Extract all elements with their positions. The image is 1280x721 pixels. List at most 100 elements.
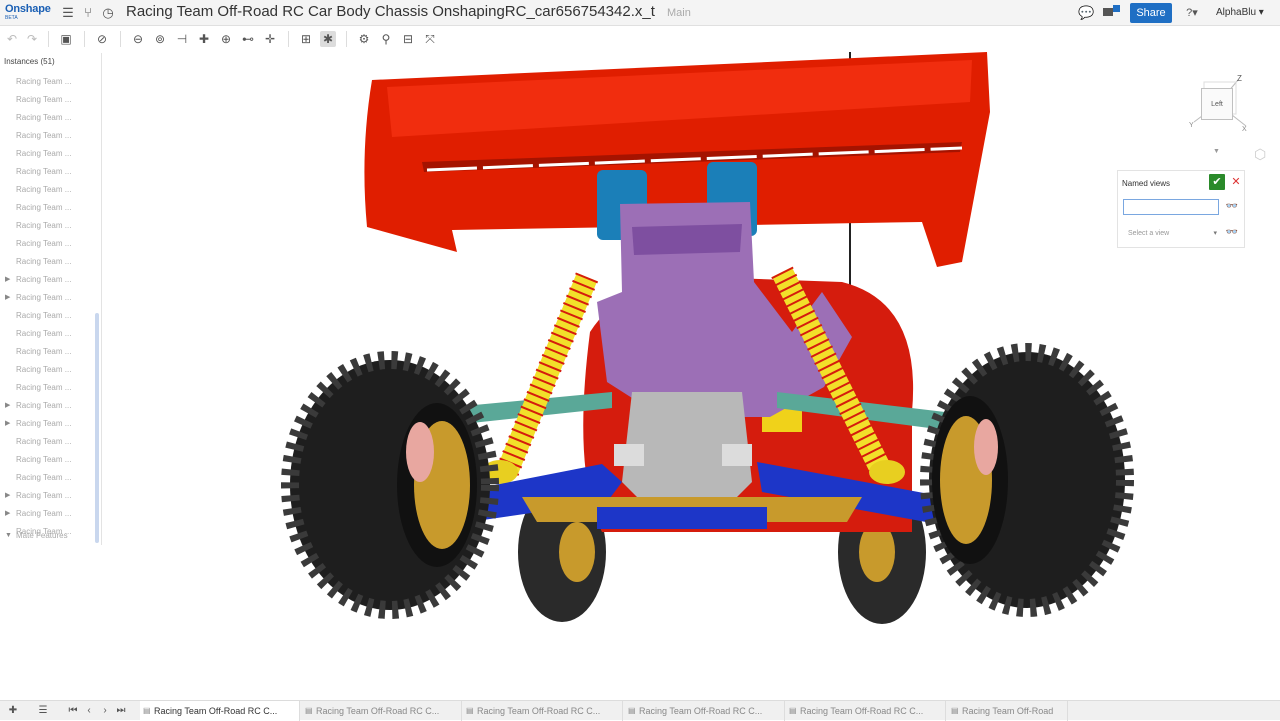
chevron-right-icon[interactable]: ▶ [5, 505, 10, 523]
instance-item[interactable]: ▶ Racing Team ... [0, 289, 100, 307]
instance-item[interactable]: ▶ Racing Team ... [0, 397, 100, 415]
instance-item[interactable]: Racing Team ... [0, 235, 100, 253]
instance-label: Racing Team ... [16, 401, 72, 410]
tab-list-icon[interactable]: ☰ [36, 703, 50, 719]
pin-slot-mate-icon[interactable]: ⊷ [240, 31, 256, 47]
assembly-tab-icon: ▤ [305, 706, 313, 715]
help-menu-icon[interactable]: ?▾ [1180, 5, 1204, 21]
instance-item[interactable]: Racing Team ... [0, 73, 100, 91]
last-tab-icon[interactable]: ⏭ [114, 703, 128, 719]
document-tab[interactable]: ▤ Racing Team Off-Road [948, 701, 1068, 721]
instance-item[interactable]: Racing Team ... [0, 127, 100, 145]
instance-item[interactable]: Racing Team ... [0, 145, 100, 163]
chevron-right-icon[interactable]: ▶ [5, 487, 10, 505]
view-settings-eye-icon[interactable]: 👓 [1223, 225, 1241, 241]
instance-item[interactable]: ▶ Racing Team ... [0, 487, 100, 505]
chevron-right-icon[interactable]: ▶ [5, 415, 10, 433]
document-tab[interactable]: ▤ Racing Team Off-Road RC C... [625, 701, 785, 721]
assembly-tab-icon: ▤ [628, 706, 636, 715]
select-view-dropdown[interactable]: Select a view ▾ [1123, 227, 1219, 241]
instance-label: Racing Team ... [16, 239, 72, 248]
chevron-right-icon[interactable]: ▶ [5, 271, 10, 289]
document-title[interactable]: Racing Team Off-Road RC Car Body Chassis… [126, 3, 655, 20]
confirm-check-icon[interactable]: ✔ [1209, 174, 1225, 190]
view-cube[interactable]: Left Z Y X ▼ ⬡ [1180, 66, 1266, 162]
next-tab-icon[interactable]: › [98, 703, 112, 719]
toolbar-divider [120, 31, 121, 47]
chevron-down-icon[interactable]: ▼ [5, 527, 12, 545]
instance-item[interactable]: ▶ Racing Team ... [0, 505, 100, 523]
graphics-viewport[interactable] [102, 52, 1280, 700]
rc-car-model[interactable] [102, 52, 1280, 700]
group-icon[interactable]: ⊞ [298, 31, 314, 47]
instance-item[interactable]: Racing Team ... [0, 361, 100, 379]
instance-item[interactable]: Racing Team ... [0, 343, 100, 361]
hamburger-menu-icon[interactable]: ☰ [60, 5, 76, 21]
cylindrical-mate-icon[interactable]: ⊕ [218, 31, 234, 47]
clipboard-icon[interactable]: ▣ [58, 31, 74, 47]
gear-relation-icon[interactable]: ⚙ [356, 31, 372, 47]
fastened-mate-icon[interactable]: ⊖ [130, 31, 146, 47]
instance-item[interactable]: Racing Team ... [0, 469, 100, 487]
instance-item[interactable]: Racing Team ... [0, 163, 100, 181]
close-icon[interactable]: ✕ [1230, 174, 1242, 190]
document-tab[interactable]: ▤ Racing Team Off-Road RC C... [302, 701, 462, 721]
tangent-mate-icon[interactable]: ✱ [320, 31, 336, 47]
add-tab-icon[interactable]: ✚ [6, 703, 20, 719]
instances-header[interactable]: Instances (51) [4, 57, 55, 66]
chevron-down-icon[interactable]: ▼ [1213, 148, 1220, 155]
instance-item[interactable]: Racing Team ... [0, 217, 100, 235]
rack-pinion-icon[interactable]: ⚲ [378, 31, 394, 47]
logo-beta: BETA [5, 15, 18, 21]
document-tab[interactable]: ▤ Racing Team Off-Road RC C... [463, 701, 623, 721]
tab-label: Racing Team Off-Road [962, 706, 1054, 716]
notifications-icon[interactable] [1100, 5, 1122, 21]
instance-item[interactable]: Racing Team ... [0, 433, 100, 451]
ball-mate-icon[interactable]: ✛ [262, 31, 278, 47]
chevron-right-icon[interactable]: ▶ [5, 397, 10, 415]
mate-features-node[interactable]: ▼ Mate Features [0, 527, 100, 545]
instance-label: Racing Team ... [16, 473, 72, 482]
user-menu[interactable]: AlphaBlu ▾ [1216, 7, 1264, 18]
instance-item[interactable]: Racing Team ... [0, 91, 100, 109]
screw-relation-icon[interactable]: ⊟ [400, 31, 416, 47]
instance-item[interactable]: Racing Team ... [0, 451, 100, 469]
comments-icon[interactable]: 💬 [1078, 5, 1094, 21]
chevron-right-icon[interactable]: ▶ [5, 289, 10, 307]
instance-item[interactable]: Racing Team ... [0, 325, 100, 343]
instance-item[interactable]: Racing Team ... [0, 307, 100, 325]
save-view-eye-icon[interactable]: 👓 [1223, 199, 1241, 215]
cube-home-icon[interactable]: ⬡ [1254, 146, 1266, 163]
tab-label: Racing Team Off-Road RC C... [477, 706, 601, 716]
instance-item[interactable]: Racing Team ... [0, 181, 100, 199]
instances-scrollbar[interactable] [95, 313, 99, 543]
planar-mate-icon[interactable]: ✚ [196, 31, 212, 47]
instance-item[interactable]: Racing Team ... [0, 199, 100, 217]
instance-label: Racing Team ... [16, 203, 72, 212]
instance-item[interactable]: Racing Team ... [0, 109, 100, 127]
share-button[interactable]: Share [1130, 3, 1172, 23]
linear-relation-icon[interactable]: ⤧ [422, 31, 438, 47]
assembly-tab-icon: ▤ [466, 706, 474, 715]
view-cube-face[interactable]: Left [1201, 88, 1233, 120]
first-tab-icon[interactable]: ⏮ [66, 703, 80, 719]
instance-item[interactable]: ▶ Racing Team ... [0, 271, 100, 289]
instance-label: Racing Team ... [16, 455, 72, 464]
instance-item[interactable]: Racing Team ... [0, 379, 100, 397]
toolbar-divider [84, 31, 85, 47]
prev-tab-icon[interactable]: ‹ [82, 703, 96, 719]
instance-label: Racing Team ... [16, 95, 72, 104]
named-view-name-input[interactable] [1123, 199, 1219, 215]
instance-item[interactable]: Racing Team ... [0, 253, 100, 271]
undo-icon[interactable]: ↶ [4, 31, 20, 47]
revolute-mate-icon[interactable]: ⊚ [152, 31, 168, 47]
instance-item[interactable]: ▶ Racing Team ... [0, 415, 100, 433]
slider-mate-icon[interactable]: ⊣ [174, 31, 190, 47]
onshape-logo[interactable]: Onshape BETA [5, 3, 53, 23]
history-icon[interactable]: ◷ [100, 5, 116, 21]
mate-connector-icon[interactable]: ⊘ [94, 31, 110, 47]
branch-icon[interactable]: ⑂ [80, 5, 96, 21]
document-tab[interactable]: ▤ Racing Team Off-Road RC C... [140, 701, 300, 721]
redo-icon[interactable]: ↷ [24, 31, 40, 47]
document-tab[interactable]: ▤ Racing Team Off-Road RC C... [786, 701, 946, 721]
